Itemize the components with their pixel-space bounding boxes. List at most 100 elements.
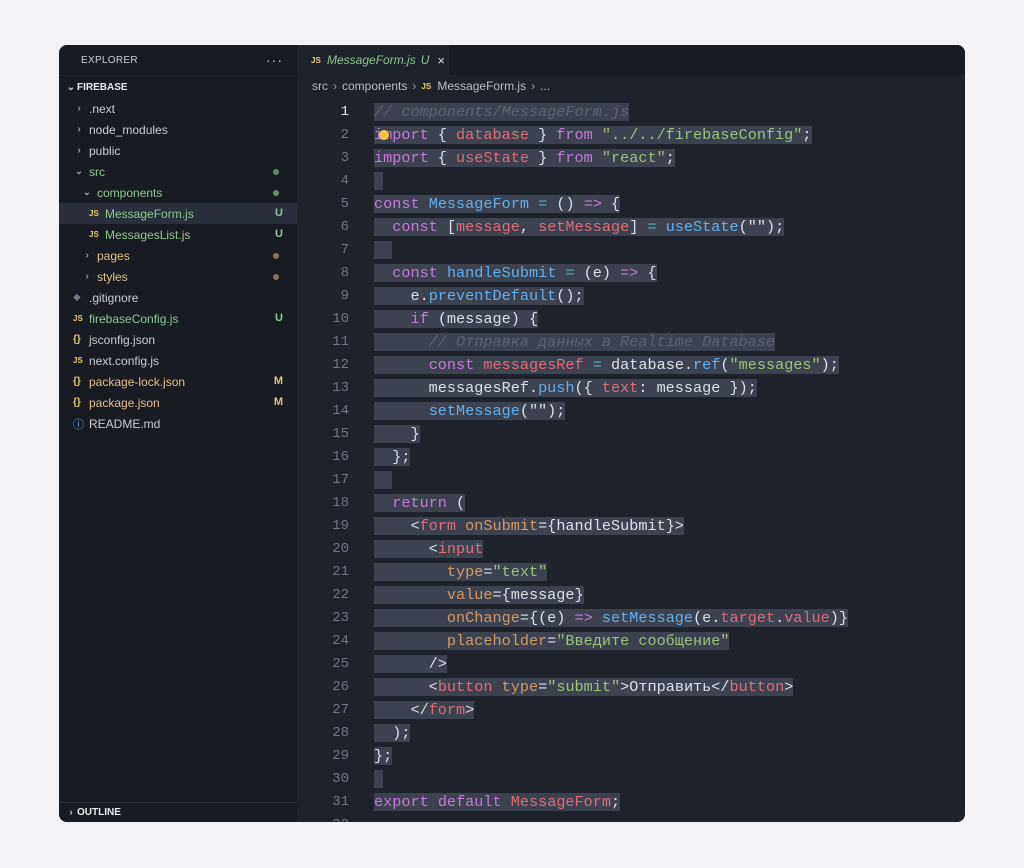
- selection-highlight: setMessage("");: [374, 402, 566, 420]
- code-line: if (message) {: [374, 308, 539, 331]
- selection-highlight: };: [374, 448, 411, 466]
- tree-item[interactable]: › .next: [59, 98, 297, 119]
- tree-item[interactable]: ⌄ components: [59, 182, 297, 203]
- chevron-down-icon: ⌄: [74, 166, 84, 177]
- line-number: 31: [332, 794, 349, 810]
- code-token: : message });: [638, 379, 757, 397]
- line-number: 5: [340, 196, 349, 212]
- tree-item[interactable]: ⓘ README.md: [59, 413, 297, 434]
- code-token: ,: [519, 218, 539, 236]
- code-token: handleSubmit: [446, 264, 557, 282]
- tree-item[interactable]: JS MessageForm.js U: [59, 203, 297, 224]
- code-token: target: [720, 609, 776, 627]
- tree-item[interactable]: {} jsconfig.json: [59, 329, 297, 350]
- code-token: ={message}: [492, 586, 584, 604]
- tab-messageform[interactable]: JS MessageForm.js U ×: [297, 45, 449, 75]
- selection-highlight: [374, 241, 393, 259]
- code-token: "../../firebaseConfig": [601, 126, 803, 144]
- tree-item[interactable]: › node_modules: [59, 119, 297, 140]
- breadcrumb-item[interactable]: components: [342, 79, 407, 93]
- code-token: placeholder: [446, 632, 548, 650]
- line-number: 28: [332, 725, 349, 741]
- line-number: 1: [340, 104, 349, 120]
- code-token: e.: [374, 287, 429, 305]
- line-number: 12: [332, 357, 349, 373]
- breadcrumb-item[interactable]: src: [312, 79, 328, 93]
- breadcrumb-item[interactable]: MessageForm.js: [437, 79, 526, 93]
- code-token: ref: [693, 356, 721, 374]
- tree-item[interactable]: JS next.config.js: [59, 350, 297, 371]
- breadcrumb-item[interactable]: ...: [540, 79, 550, 93]
- code-token: ({: [574, 379, 602, 397]
- code-token: =>: [583, 195, 602, 213]
- code-token: }: [528, 149, 557, 167]
- tree-item-label: next.config.js: [89, 353, 160, 368]
- selection-highlight: const MessageForm = () => {: [374, 195, 621, 213]
- code-token: =: [647, 218, 657, 236]
- line-number: 6: [340, 219, 349, 235]
- code-token: MessageForm: [428, 195, 529, 213]
- tree-item[interactable]: JS firebaseConfig.js U: [59, 308, 297, 329]
- code-token: {: [638, 264, 657, 282]
- breadcrumb: src › components › JS MessageForm.js › .…: [297, 75, 965, 97]
- selection-highlight: [374, 172, 384, 190]
- tree-item[interactable]: › pages: [59, 245, 297, 266]
- code-editor[interactable]: 1 // components/MessageForm.js 2 import { d…: [297, 97, 965, 822]
- code-token: >Отправить</: [620, 678, 730, 696]
- code-token: const: [392, 218, 438, 236]
- code-line: messagesRef.push({ text: message });: [374, 377, 757, 400]
- lightbulb-icon[interactable]: [379, 130, 389, 140]
- close-icon[interactable]: ×: [437, 53, 445, 68]
- modified-dot-icon: [273, 169, 279, 175]
- ellipsis-icon[interactable]: ···: [266, 52, 283, 68]
- line-number: 15: [332, 426, 349, 442]
- selection-highlight: const handleSubmit = (e) => {: [374, 264, 657, 282]
- code-token: useState: [665, 218, 739, 236]
- code-token: (): [547, 195, 584, 213]
- selection-highlight: import { useState } from "react";: [374, 149, 675, 167]
- code-token: export: [374, 793, 429, 811]
- tree-item[interactable]: ◆ .gitignore: [59, 287, 297, 308]
- code-token: setMessage: [428, 402, 520, 420]
- tree-item[interactable]: {} package.json M: [59, 392, 297, 413]
- line-number: 26: [332, 679, 349, 695]
- tree-item[interactable]: ⌄ src: [59, 161, 297, 182]
- modified-dot-icon: [273, 190, 279, 196]
- git-status-badge: M: [273, 375, 283, 387]
- line-number: 10: [332, 311, 349, 327]
- tree-item-label: package.json: [89, 395, 160, 410]
- code-token: ();: [556, 287, 584, 305]
- selection-highlight: />: [374, 655, 447, 673]
- chevron-right-icon: ›: [85, 250, 89, 261]
- tree-item-label: jsconfig.json: [89, 332, 156, 347]
- workspace-root[interactable]: ⌄ FIREBASE: [59, 75, 297, 98]
- line-number: 7: [340, 242, 349, 258]
- line-number: 16: [332, 449, 349, 465]
- selection-highlight: export default MessageForm;: [374, 793, 621, 811]
- code-token: </: [374, 701, 429, 719]
- code-token: preventDefault: [428, 287, 557, 305]
- code-token: =>: [574, 609, 593, 627]
- tree-item[interactable]: › public: [59, 140, 297, 161]
- line-number: 14: [332, 403, 349, 419]
- code-token: {: [601, 195, 621, 213]
- line-number: 9: [340, 288, 349, 304]
- code-line: return (: [374, 492, 466, 515]
- tree-item[interactable]: › styles: [59, 266, 297, 287]
- selection-highlight: const messagesRef = database.ref("messag…: [374, 356, 839, 374]
- tree-item[interactable]: JS MessagesList.js U: [59, 224, 297, 245]
- code-token: return: [392, 494, 447, 512]
- js-file-icon: JS: [421, 81, 432, 91]
- tree-item[interactable]: {} package-lock.json M: [59, 371, 297, 392]
- outline-section[interactable]: › OUTLINE: [59, 802, 297, 822]
- selection-highlight: [374, 770, 384, 788]
